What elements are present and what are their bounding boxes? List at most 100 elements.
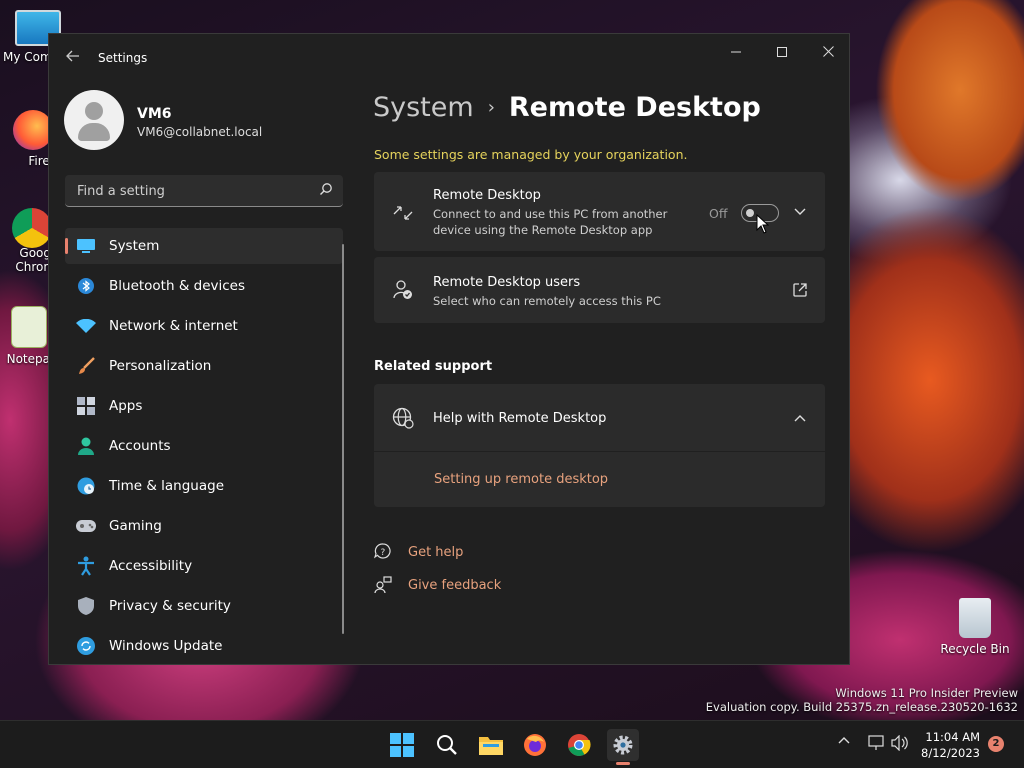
sidebar-item-label: Accounts bbox=[109, 438, 171, 454]
clock-date: 8/12/2023 bbox=[921, 746, 980, 760]
toggle-state-label: Off bbox=[709, 206, 728, 221]
user-profile[interactable]: VM6 VM6@collabnet.local bbox=[64, 90, 334, 152]
taskbar-chrome[interactable] bbox=[563, 729, 595, 761]
sidebar-item-apps[interactable]: Apps bbox=[65, 388, 343, 424]
description-line: device using the Remote Desktop app bbox=[433, 223, 653, 237]
recycle-bin-icon bbox=[959, 598, 991, 638]
remote-desktop-card[interactable]: Remote Desktop Connect to and use this P… bbox=[374, 172, 825, 251]
remote-desktop-description: Connect to and use this PC from another … bbox=[433, 206, 667, 238]
network-status-button[interactable] bbox=[868, 735, 886, 755]
globe-clock-icon bbox=[76, 476, 96, 496]
volume-icon bbox=[891, 734, 908, 752]
sidebar-item-label: Accessibility bbox=[109, 558, 193, 574]
remote-desktop-title: Remote Desktop bbox=[433, 188, 541, 203]
volume-button[interactable] bbox=[891, 734, 909, 755]
sidebar-nav: System Bluetooth & devices Network & int… bbox=[65, 228, 343, 668]
remote-desktop-users-card[interactable]: Remote Desktop users Select who can remo… bbox=[374, 257, 825, 323]
settings-window: Settings VM6 VM6@collabnet.local System … bbox=[48, 33, 850, 665]
network-icon bbox=[868, 735, 884, 750]
tray-overflow-button[interactable] bbox=[838, 733, 850, 748]
start-button[interactable] bbox=[386, 729, 418, 761]
taskbar-settings[interactable] bbox=[607, 729, 639, 765]
remote-desktop-users-description: Select who can remotely access this PC bbox=[433, 294, 661, 308]
taskbar-search-button[interactable] bbox=[431, 729, 463, 761]
clock-time: 11:04 AM bbox=[925, 730, 980, 744]
help-remote-desktop-content: Setting up remote desktop bbox=[374, 452, 825, 507]
get-help-label: Get help bbox=[408, 544, 464, 560]
sidebar-item-label: Apps bbox=[109, 398, 143, 414]
system-clock[interactable]: 11:04 AM 8/12/2023 bbox=[921, 729, 980, 761]
minimize-button[interactable] bbox=[713, 38, 759, 68]
system-icon bbox=[76, 236, 96, 256]
notification-badge[interactable]: 2 bbox=[988, 736, 1004, 752]
chevron-down-icon[interactable] bbox=[794, 208, 806, 216]
watermark-line: Evaluation copy. Build 25375.zn_release.… bbox=[705, 700, 1018, 714]
setting-up-remote-desktop-link[interactable]: Setting up remote desktop bbox=[434, 472, 608, 487]
related-support-heading: Related support bbox=[374, 359, 493, 374]
description-line: Connect to and use this PC from another bbox=[433, 207, 668, 221]
apps-icon bbox=[76, 396, 96, 416]
back-button[interactable] bbox=[63, 48, 83, 68]
desktop-icon-recycle-bin[interactable]: Recycle Bin bbox=[940, 598, 1010, 656]
taskbar-file-explorer[interactable] bbox=[475, 729, 507, 761]
close-button[interactable] bbox=[805, 38, 851, 68]
sidebar-item-personalization[interactable]: Personalization bbox=[65, 348, 343, 384]
update-icon bbox=[76, 636, 96, 656]
minimize-icon bbox=[731, 51, 741, 53]
toggle-knob bbox=[746, 209, 754, 217]
remote-desktop-users-title: Remote Desktop users bbox=[433, 275, 581, 290]
watermark-line: Windows 11 Pro Insider Preview bbox=[835, 686, 1018, 700]
os-watermark: Windows 11 Pro Insider Preview Evaluatio… bbox=[706, 686, 1018, 714]
remote-desktop-icon bbox=[393, 206, 413, 220]
user-email: VM6@collabnet.local bbox=[137, 125, 263, 139]
close-icon bbox=[822, 46, 834, 57]
sidebar-item-label: Network & internet bbox=[109, 318, 238, 334]
gamepad-icon bbox=[76, 516, 96, 536]
sidebar-scrollbar[interactable] bbox=[342, 244, 344, 634]
chrome-icon bbox=[12, 208, 52, 248]
get-help-link[interactable]: ? Get help bbox=[374, 543, 463, 561]
user-name: VM6 bbox=[137, 106, 172, 122]
search-box[interactable] bbox=[65, 175, 343, 207]
sidebar-item-accounts[interactable]: Accounts bbox=[65, 428, 343, 464]
gear-icon bbox=[613, 735, 633, 755]
help-remote-desktop-title: Help with Remote Desktop bbox=[433, 411, 607, 426]
active-app-indicator bbox=[616, 762, 630, 765]
give-feedback-label: Give feedback bbox=[408, 577, 502, 593]
sidebar-item-label: Windows Update bbox=[109, 638, 223, 654]
taskbar: 11:04 AM 8/12/2023 2 bbox=[0, 720, 1024, 768]
search-icon bbox=[437, 735, 457, 755]
chevron-up-icon bbox=[838, 737, 850, 744]
sidebar-item-time-language[interactable]: Time & language bbox=[65, 468, 343, 504]
give-feedback-link[interactable]: Give feedback bbox=[374, 576, 501, 594]
desktop-icon-label: Recycle Bin bbox=[940, 642, 1010, 656]
app-title: Settings bbox=[98, 51, 148, 65]
chevron-up-icon[interactable] bbox=[794, 414, 806, 422]
shield-icon bbox=[76, 596, 96, 616]
sidebar-item-privacy[interactable]: Privacy & security bbox=[65, 588, 343, 624]
page-title: Remote Desktop bbox=[508, 92, 761, 123]
taskbar-firefox[interactable] bbox=[519, 729, 551, 761]
external-link-icon[interactable] bbox=[793, 283, 807, 297]
accessibility-icon bbox=[76, 556, 96, 576]
sidebar-item-network[interactable]: Network & internet bbox=[65, 308, 343, 344]
sidebar-item-windows-update[interactable]: Windows Update bbox=[65, 628, 343, 664]
help-remote-desktop-expander[interactable]: Help with Remote Desktop bbox=[374, 384, 825, 451]
breadcrumb-parent[interactable]: System bbox=[373, 92, 474, 123]
feedback-icon bbox=[374, 576, 392, 594]
avatar bbox=[64, 90, 124, 150]
sidebar-item-system[interactable]: System bbox=[65, 228, 343, 264]
sidebar-item-gaming[interactable]: Gaming bbox=[65, 508, 343, 544]
search-input[interactable] bbox=[75, 181, 309, 201]
sidebar-item-bluetooth[interactable]: Bluetooth & devices bbox=[65, 268, 343, 304]
firefox-icon bbox=[524, 734, 546, 756]
sidebar-item-accessibility[interactable]: Accessibility bbox=[65, 548, 343, 584]
chrome-icon bbox=[568, 734, 591, 756]
title-bar: Settings bbox=[49, 34, 849, 82]
sidebar-item-label: Personalization bbox=[109, 358, 212, 374]
folder-icon bbox=[479, 737, 503, 755]
maximize-button[interactable] bbox=[759, 38, 805, 68]
search-icon[interactable] bbox=[319, 182, 333, 196]
breadcrumb-separator: › bbox=[487, 97, 495, 118]
user-check-icon bbox=[393, 280, 412, 299]
